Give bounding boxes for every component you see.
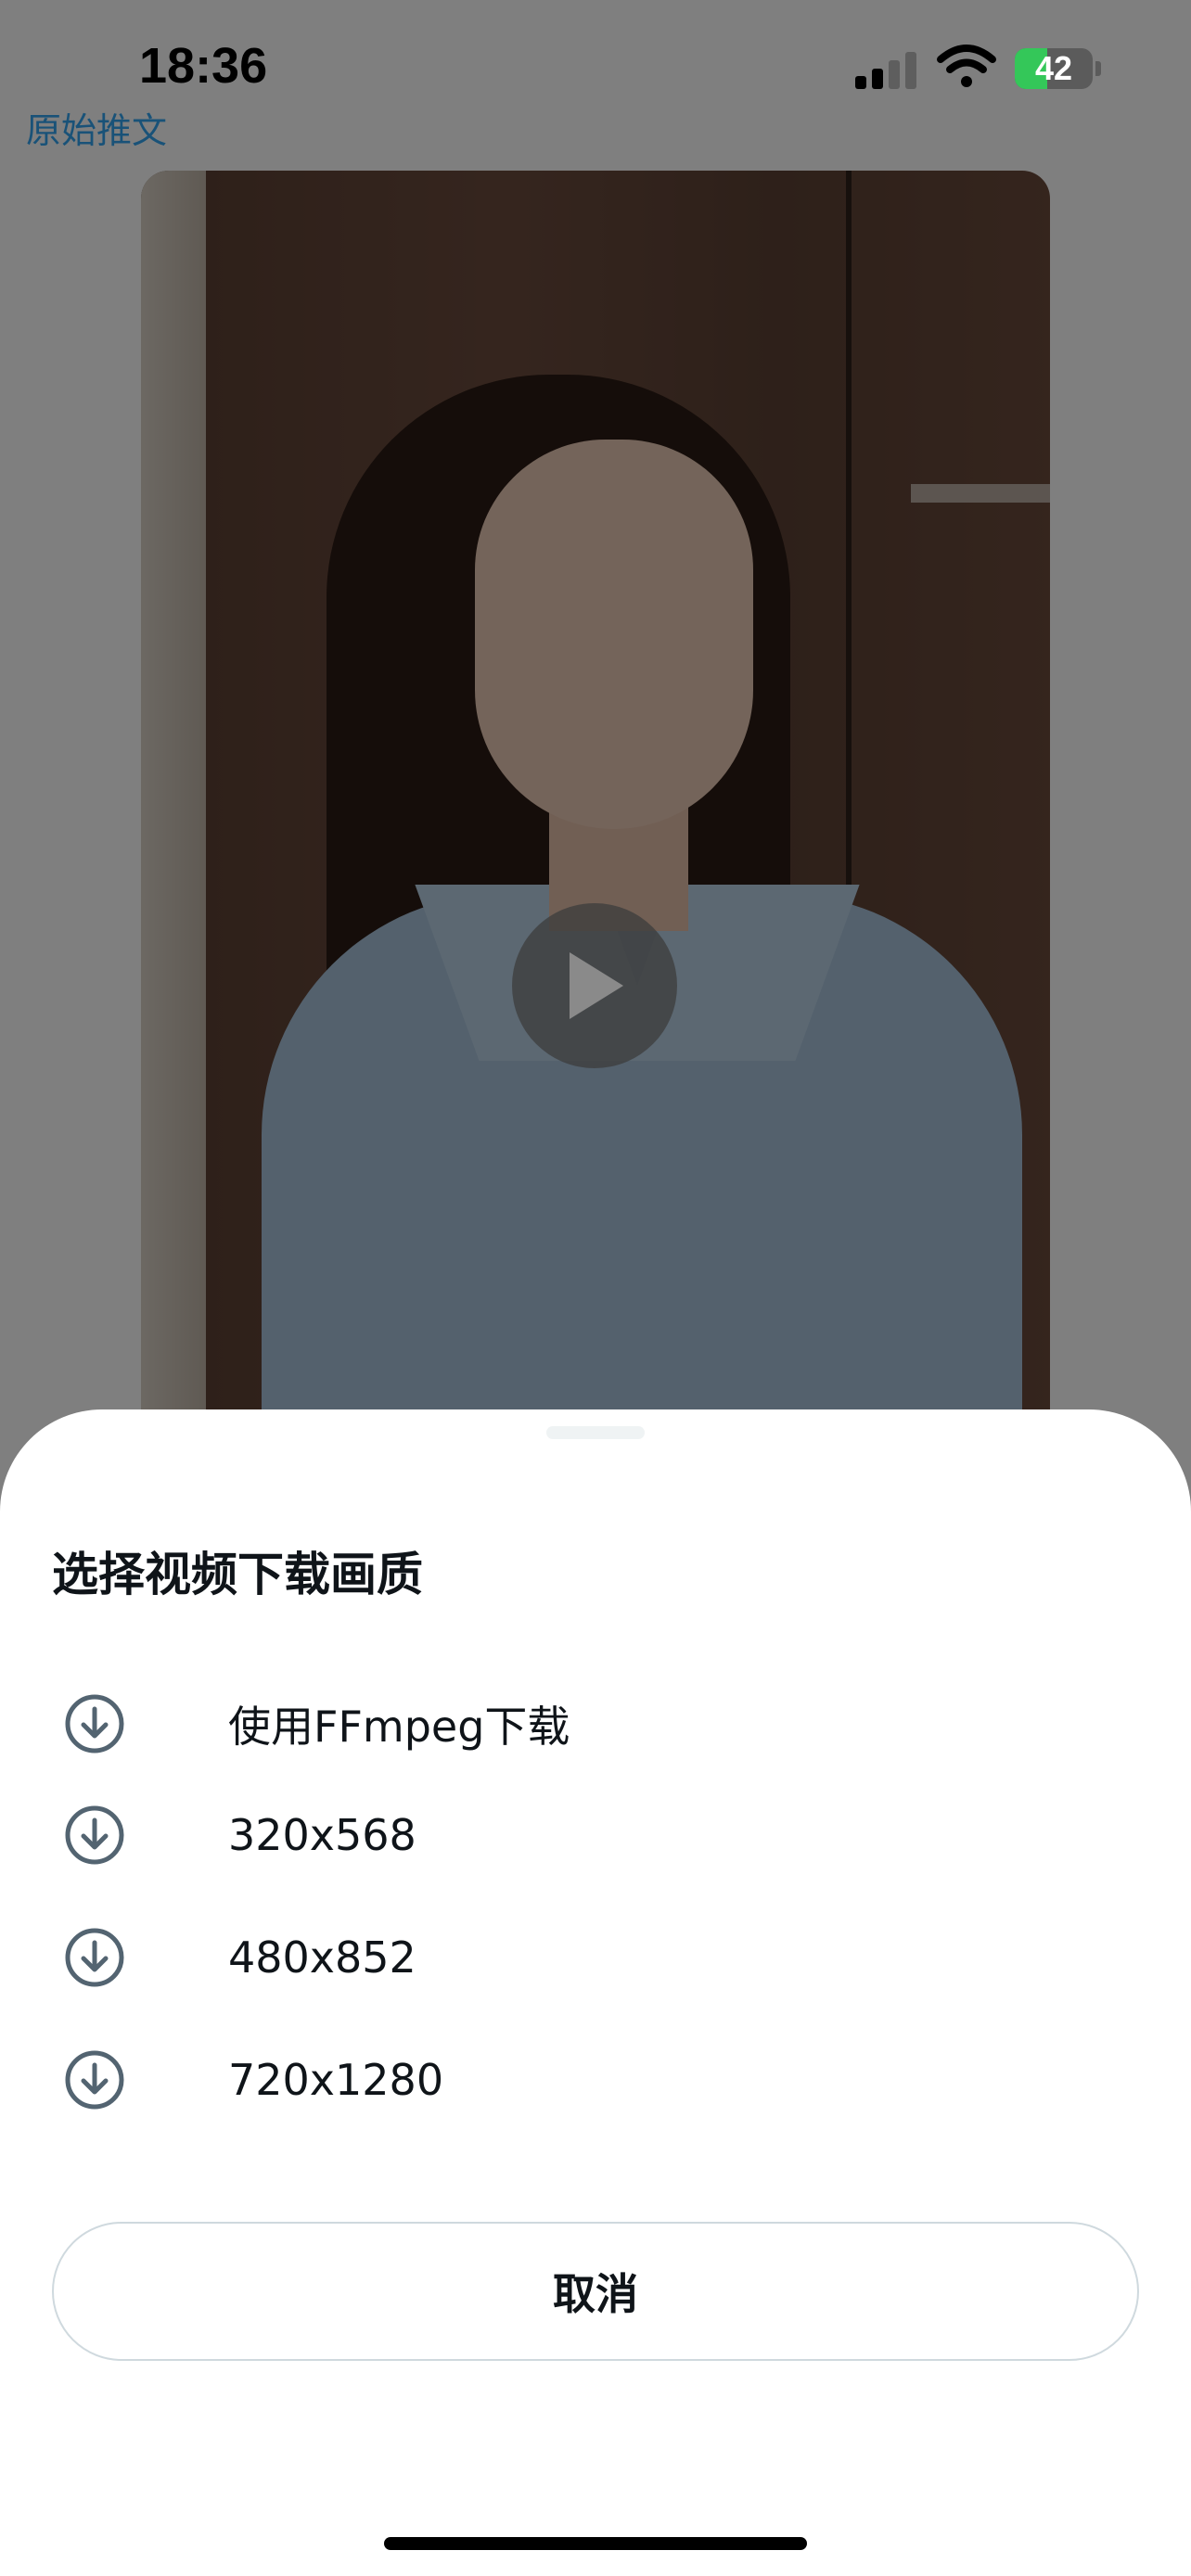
option-label: 使用FFmpeg下载 bbox=[228, 1702, 570, 1752]
download-arrow-icon bbox=[65, 1928, 124, 1987]
cancel-button[interactable]: 取消 bbox=[52, 2222, 1139, 2361]
option-label: 320x568 bbox=[228, 1810, 416, 1860]
battery-percent-text: 42 bbox=[1034, 49, 1073, 87]
status-bar: 18:36 42 bbox=[0, 0, 1191, 139]
option-320x568[interactable]: 320x568 bbox=[52, 1784, 1139, 1886]
option-480x852[interactable]: 480x852 bbox=[52, 1906, 1139, 2009]
option-label: 480x852 bbox=[228, 1932, 416, 1983]
home-indicator[interactable] bbox=[384, 2537, 807, 2550]
wifi-icon bbox=[937, 45, 996, 87]
status-time: 18:36 bbox=[139, 38, 268, 94]
sheet-title: 选择视频下载画质 bbox=[52, 1548, 423, 1601]
option-label: 720x1280 bbox=[228, 2055, 444, 2105]
option-ffmpeg-download[interactable]: 使用FFmpeg下载 bbox=[52, 1673, 1139, 1775]
battery-icon: 42 bbox=[1015, 48, 1093, 89]
option-720x1280[interactable]: 720x1280 bbox=[52, 2029, 1139, 2131]
sheet-grabber-handle[interactable] bbox=[546, 1426, 645, 1439]
play-button[interactable] bbox=[512, 903, 677, 1068]
battery-cap bbox=[1095, 61, 1101, 76]
download-arrow-icon bbox=[65, 2050, 124, 2110]
play-icon bbox=[570, 952, 623, 1019]
download-arrow-icon bbox=[65, 1805, 124, 1865]
cellular-signal-icon bbox=[855, 52, 916, 89]
download-arrow-icon bbox=[65, 1694, 124, 1753]
